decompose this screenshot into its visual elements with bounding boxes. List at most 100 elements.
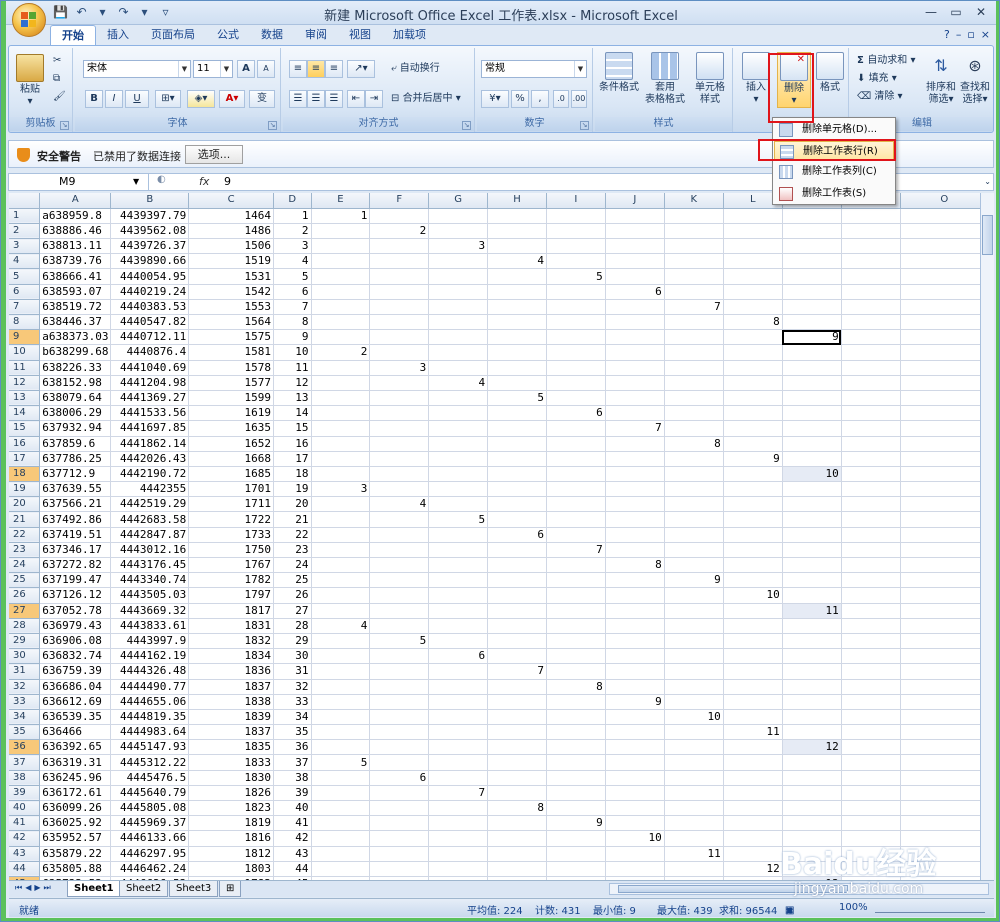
cell-b27[interactable]: 4443669.32 <box>110 603 190 619</box>
cell-k14[interactable] <box>664 405 724 422</box>
column-header-b[interactable]: B <box>110 193 190 209</box>
cell-i38[interactable] <box>546 770 606 786</box>
cell-j37[interactable] <box>605 754 665 771</box>
cell-f28[interactable] <box>369 618 430 634</box>
cell-l33[interactable] <box>723 694 783 710</box>
cell-c36[interactable]: 1835 <box>188 739 274 756</box>
cell-f38[interactable]: 6 <box>369 770 430 786</box>
cell-h17[interactable] <box>487 451 547 467</box>
cell-c27[interactable]: 1817 <box>188 603 274 619</box>
cell-l24[interactable] <box>723 557 783 574</box>
cell-b12[interactable]: 4441204.98 <box>110 375 190 391</box>
cell-k31[interactable] <box>664 663 724 680</box>
row-header[interactable]: 14 <box>9 405 41 422</box>
cell-d27[interactable]: 27 <box>273 603 312 619</box>
cell-m12[interactable] <box>782 375 842 391</box>
insert-function-button[interactable]: fx <box>199 174 209 190</box>
column-header-f[interactable]: F <box>369 193 430 209</box>
cell-m6[interactable] <box>782 284 842 300</box>
cell-i19[interactable] <box>546 481 606 498</box>
cell-n25[interactable] <box>841 572 901 589</box>
cell-d21[interactable]: 21 <box>273 511 312 528</box>
worksheet-grid[interactable]: ABCDEFGHIJKLMNO 1a638959.84439397.791464… <box>9 193 994 880</box>
row-header[interactable]: 30 <box>9 648 41 665</box>
cell-o6[interactable] <box>900 284 990 300</box>
cell-h3[interactable] <box>487 238 547 255</box>
cell-e40[interactable] <box>311 800 371 817</box>
tab-data[interactable]: 数据 <box>250 25 294 45</box>
cell-d39[interactable]: 39 <box>273 785 312 802</box>
cell-n2[interactable] <box>841 223 901 240</box>
cell-h27[interactable] <box>487 603 547 619</box>
cell-k16[interactable]: 8 <box>664 436 724 452</box>
cell-j25[interactable] <box>605 572 665 589</box>
cell-n29[interactable] <box>841 633 901 650</box>
cell-f23[interactable] <box>369 542 430 559</box>
cell-j39[interactable] <box>605 785 665 802</box>
cell-b3[interactable]: 4439726.37 <box>110 238 190 255</box>
row-header[interactable]: 19 <box>9 481 41 498</box>
cell-d3[interactable]: 3 <box>273 238 312 255</box>
cell-f6[interactable] <box>369 284 430 300</box>
font-dialog-launcher[interactable]: ↘ <box>268 121 277 130</box>
cell-c2[interactable]: 1486 <box>188 223 274 240</box>
cell-n39[interactable] <box>841 785 901 802</box>
cell-k5[interactable] <box>664 268 724 285</box>
cell-j9[interactable] <box>605 329 665 346</box>
cell-g40[interactable] <box>428 800 489 817</box>
cell-j44[interactable] <box>605 861 665 877</box>
cell-j38[interactable] <box>605 770 665 786</box>
cell-m27[interactable]: 11 <box>782 603 842 619</box>
cell-i39[interactable] <box>546 785 606 802</box>
cell-b19[interactable]: 4442355 <box>110 481 190 498</box>
cell-l17[interactable]: 9 <box>723 451 783 467</box>
cell-h37[interactable] <box>487 754 547 771</box>
cell-b40[interactable]: 4445805.08 <box>110 800 190 817</box>
cell-a26[interactable]: 637126.12 <box>39 587 112 604</box>
row-header[interactable]: 41 <box>9 815 41 832</box>
cell-g33[interactable] <box>428 694 489 710</box>
cell-b15[interactable]: 4441697.85 <box>110 420 190 437</box>
cut-icon[interactable]: ✂ <box>53 52 61 70</box>
cell-h13[interactable]: 5 <box>487 390 547 407</box>
cell-e13[interactable] <box>311 390 371 407</box>
cell-c32[interactable]: 1837 <box>188 679 274 695</box>
row-header[interactable]: 2 <box>9 223 41 240</box>
cell-n30[interactable] <box>841 648 901 665</box>
cell-c25[interactable]: 1782 <box>188 572 274 589</box>
cell-k28[interactable] <box>664 618 724 634</box>
cell-l22[interactable] <box>723 527 783 543</box>
cell-l32[interactable] <box>723 679 783 695</box>
cell-e15[interactable] <box>311 420 371 437</box>
cell-a15[interactable]: 637932.94 <box>39 420 112 437</box>
cell-d43[interactable]: 43 <box>273 846 312 862</box>
cell-d32[interactable]: 32 <box>273 679 312 695</box>
cell-n16[interactable] <box>841 436 901 452</box>
cell-m1[interactable] <box>782 208 842 224</box>
cell-d24[interactable]: 24 <box>273 557 312 574</box>
cell-k13[interactable] <box>664 390 724 407</box>
cell-g11[interactable] <box>428 360 489 376</box>
cell-b10[interactable]: 4440876.4 <box>110 344 190 361</box>
cell-m9[interactable]: 9 <box>782 329 842 346</box>
row-header[interactable]: 1 <box>9 208 41 224</box>
cell-d16[interactable]: 16 <box>273 436 312 452</box>
cell-c34[interactable]: 1839 <box>188 709 274 726</box>
select-all-corner[interactable] <box>9 193 41 209</box>
cell-k41[interactable] <box>664 815 724 832</box>
cell-c15[interactable]: 1635 <box>188 420 274 437</box>
cell-j24[interactable]: 8 <box>605 557 665 574</box>
cell-l37[interactable] <box>723 754 783 771</box>
sheet-tab-sheet3[interactable]: Sheet3 <box>169 881 219 897</box>
cell-e22[interactable] <box>311 527 371 543</box>
minimize-button[interactable]: — <box>920 4 942 20</box>
cell-j7[interactable] <box>605 299 665 316</box>
cell-c12[interactable]: 1577 <box>188 375 274 391</box>
column-header-d[interactable]: D <box>273 193 312 209</box>
number-dialog-launcher[interactable]: ↘ <box>580 121 589 130</box>
cell-a42[interactable]: 635952.57 <box>39 830 112 847</box>
cell-o21[interactable] <box>900 511 990 528</box>
cell-n18[interactable] <box>841 466 901 483</box>
row-header[interactable]: 3 <box>9 238 41 255</box>
row-header[interactable]: 42 <box>9 830 41 847</box>
